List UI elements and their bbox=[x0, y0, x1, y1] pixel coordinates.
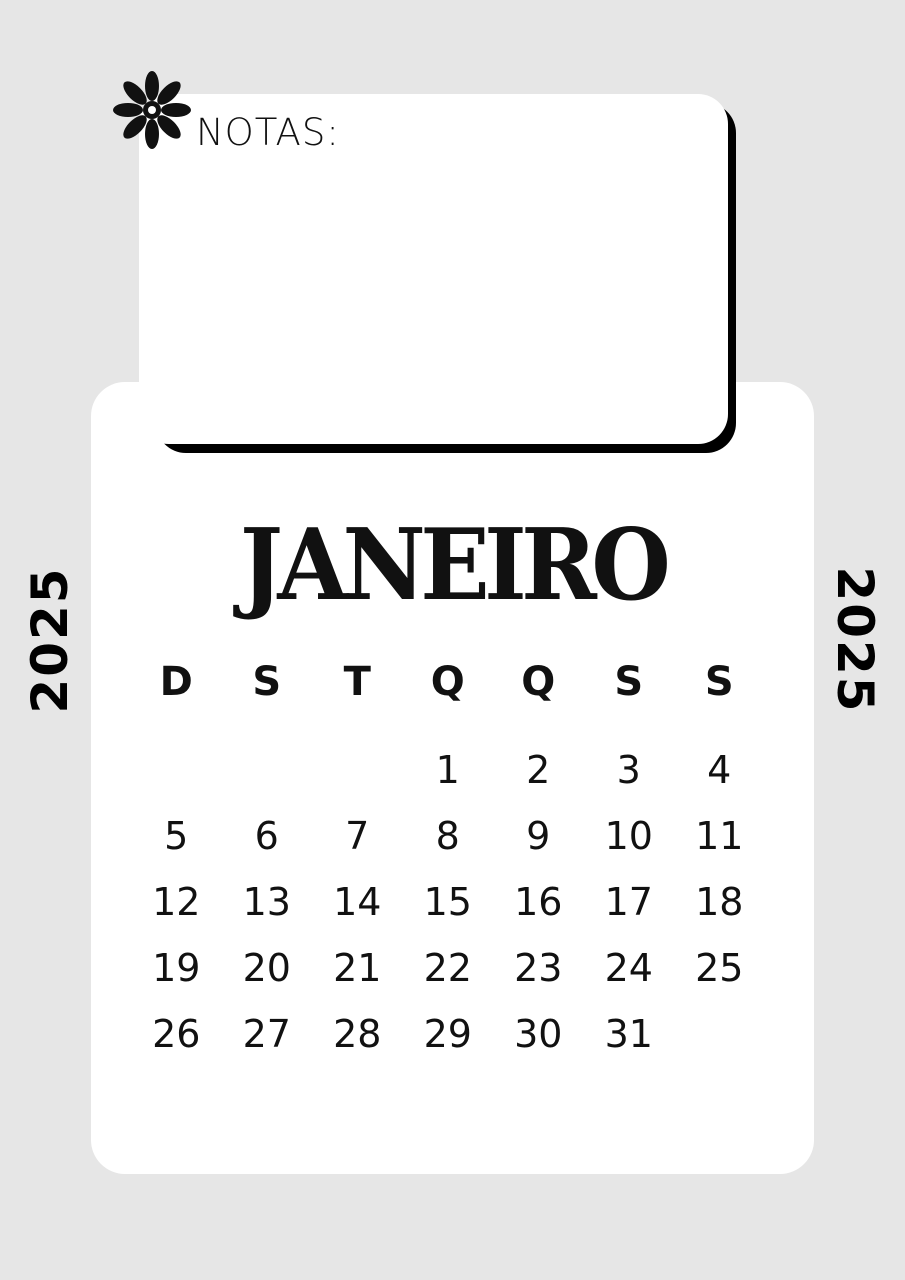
weekday-label: S bbox=[252, 659, 282, 705]
day-cell-empty bbox=[131, 740, 222, 806]
day-cell[interactable]: 15 bbox=[403, 872, 494, 938]
day-cell[interactable]: 27 bbox=[222, 1004, 313, 1070]
day-cell[interactable]: 10 bbox=[584, 806, 675, 872]
day-cell[interactable]: 19 bbox=[131, 938, 222, 1004]
day-cell[interactable]: 2 bbox=[493, 740, 584, 806]
day-cell[interactable]: 28 bbox=[312, 1004, 403, 1070]
day-cell-empty bbox=[312, 740, 403, 806]
day-cell[interactable]: 16 bbox=[493, 872, 584, 938]
day-cell[interactable]: 26 bbox=[131, 1004, 222, 1070]
day-cell[interactable]: 29 bbox=[403, 1004, 494, 1070]
day-cell[interactable]: 9 bbox=[493, 806, 584, 872]
day-cell[interactable]: 11 bbox=[674, 806, 765, 872]
day-cell[interactable]: 7 bbox=[312, 806, 403, 872]
day-cell[interactable]: 22 bbox=[403, 938, 494, 1004]
weekday-label: Q bbox=[430, 659, 465, 705]
day-cell[interactable]: 14 bbox=[312, 872, 403, 938]
day-cell[interactable]: 31 bbox=[584, 1004, 675, 1070]
flower-icon bbox=[113, 71, 191, 149]
day-cell[interactable]: 25 bbox=[674, 938, 765, 1004]
weekday-label: Q bbox=[521, 659, 556, 705]
day-cell[interactable]: 3 bbox=[584, 740, 675, 806]
weekday-header: D S T Q Q S S bbox=[131, 652, 765, 712]
day-cell[interactable]: 1 bbox=[403, 740, 494, 806]
day-cell[interactable]: 20 bbox=[222, 938, 313, 1004]
day-cell[interactable]: 13 bbox=[222, 872, 313, 938]
day-cell[interactable]: 23 bbox=[493, 938, 584, 1004]
day-cell[interactable]: 8 bbox=[403, 806, 494, 872]
day-cell[interactable]: 12 bbox=[131, 872, 222, 938]
day-cell[interactable]: 4 bbox=[674, 740, 765, 806]
notes-label: NOTAS: bbox=[196, 111, 340, 154]
day-cell-empty bbox=[222, 740, 313, 806]
weekday-label: S bbox=[704, 659, 734, 705]
weekday-label: T bbox=[343, 659, 371, 705]
day-cell[interactable]: 30 bbox=[493, 1004, 584, 1070]
day-cell[interactable]: 17 bbox=[584, 872, 675, 938]
day-cell[interactable]: 21 bbox=[312, 938, 403, 1004]
day-grid: 1 2 3 4 5 6 7 8 9 10 11 12 13 14 15 16 17 18 19 20 21 22 23 24 2… bbox=[131, 740, 765, 1070]
day-cell[interactable]: 6 bbox=[222, 806, 313, 872]
day-cell[interactable]: 5 bbox=[131, 806, 222, 872]
weekday-label: S bbox=[614, 659, 644, 705]
day-cell[interactable]: 24 bbox=[584, 938, 675, 1004]
day-cell[interactable]: 18 bbox=[674, 872, 765, 938]
weekday-label: D bbox=[159, 659, 193, 705]
month-title: JANEIRO bbox=[239, 508, 671, 623]
